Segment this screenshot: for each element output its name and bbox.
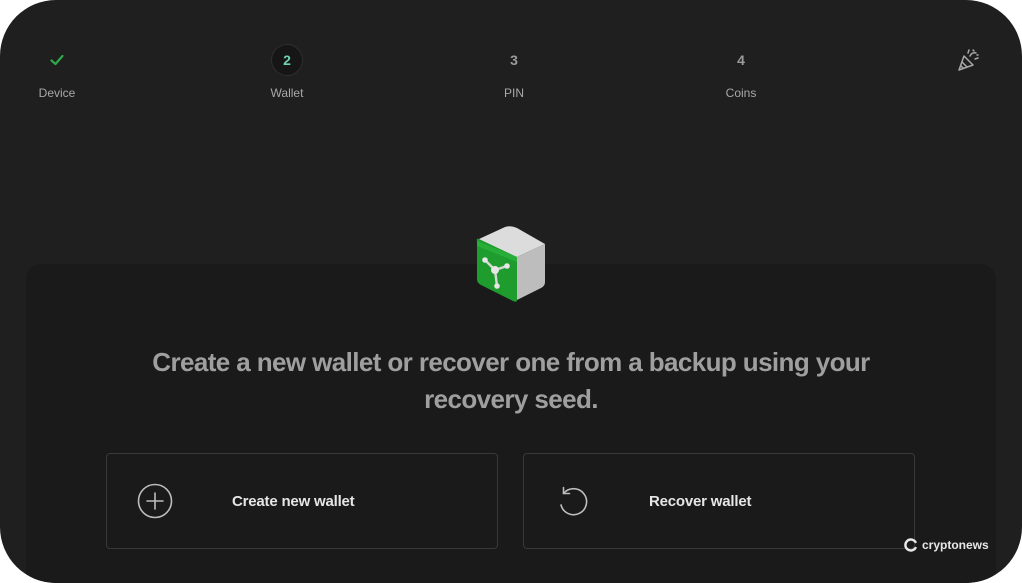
step-pin-label: PIN [503, 86, 524, 100]
onboarding-window: Device 2 Wallet 3 PIN 4 Coins Create a n… [0, 0, 1022, 583]
party-popper-icon [958, 49, 979, 71]
create-new-wallet-button[interactable]: Create new wallet [106, 453, 498, 549]
safe-icon [476, 226, 545, 302]
step-pin: 3 PIN [454, 44, 574, 100]
cryptonews-watermark: cryptonews [904, 538, 989, 552]
page-headline: Create a new wallet or recover one from … [152, 347, 870, 414]
recover-wallet-button[interactable]: Recover wallet [523, 453, 915, 549]
step-coins-marker: 4 [737, 52, 745, 68]
checkmark-icon [50, 54, 64, 66]
step-wallet: 2 Wallet [227, 44, 347, 100]
step-device-label: Device [38, 86, 76, 100]
create-new-wallet-label: Create new wallet [232, 492, 355, 510]
step-device-marker [41, 44, 73, 76]
plus-circle-icon [137, 483, 173, 519]
step-coins: 4 Coins [681, 44, 801, 100]
step-coins-label: Coins [725, 86, 757, 100]
step-device: Device [0, 44, 117, 100]
watermark-text: cryptonews [922, 538, 989, 552]
rotate-ccw-icon [560, 486, 588, 516]
step-pin-marker: 3 [510, 52, 518, 68]
cryptonews-logo-icon [904, 538, 917, 552]
recover-wallet-label: Recover wallet [649, 492, 752, 510]
step-wallet-marker: 2 [271, 44, 303, 76]
step-wallet-label: Wallet [270, 86, 304, 100]
